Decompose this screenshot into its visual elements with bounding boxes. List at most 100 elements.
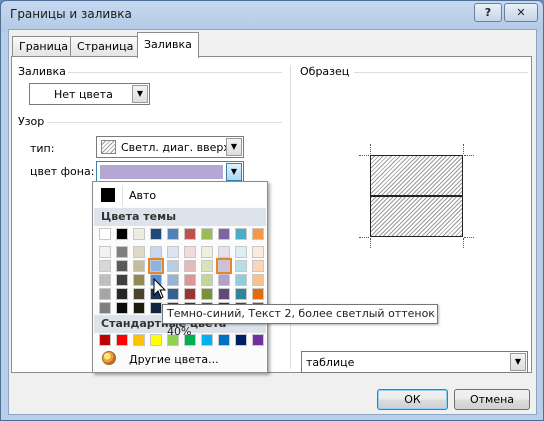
chevron-down-icon[interactable]: ▼	[510, 353, 526, 371]
theme-color-swatch[interactable]	[167, 228, 179, 240]
bg-color-swatch	[100, 165, 223, 179]
theme-shade-swatch[interactable]	[133, 302, 145, 314]
auto-color-swatch	[101, 188, 115, 202]
theme-shade-swatch[interactable]	[201, 246, 213, 258]
color-palette-dropdown[interactable]: Авто Цвета темы Стандартные цвета Другие…	[92, 181, 268, 373]
preview-group-label: Образец	[300, 65, 350, 78]
pattern-group-label: Узор	[18, 115, 45, 128]
window-title: Границы и заливка	[10, 7, 132, 21]
theme-shade-swatch[interactable]	[252, 274, 264, 286]
fill-color-combo[interactable]: Нет цвета ▼	[29, 83, 150, 105]
theme-shade-swatch[interactable]	[201, 274, 213, 286]
preview-guide	[359, 237, 369, 238]
theme-shade-swatch[interactable]	[218, 288, 230, 300]
theme-shade-swatch[interactable]	[133, 274, 145, 286]
theme-color-swatch[interactable]	[150, 228, 162, 240]
theme-shade-swatch[interactable]	[99, 274, 111, 286]
chevron-down-icon[interactable]: ▼	[132, 85, 148, 103]
theme-shade-swatch[interactable]	[235, 246, 247, 258]
ok-button[interactable]: ОК	[377, 389, 448, 410]
fill-color-value: Нет цвета	[54, 88, 113, 101]
apply-to-value: таблице	[306, 356, 355, 369]
theme-shade-swatch[interactable]	[116, 302, 128, 314]
theme-shade-swatch[interactable]	[184, 260, 196, 272]
theme-shade-swatch[interactable]	[252, 260, 264, 272]
theme-shade-swatch[interactable]	[218, 246, 230, 258]
pattern-bg-label: цвет фона:	[30, 165, 95, 178]
tab-border[interactable]: Граница	[12, 36, 76, 57]
theme-shade-swatch[interactable]	[116, 288, 128, 300]
theme-shade-swatch[interactable]	[216, 258, 232, 274]
theme-shade-swatch[interactable]	[133, 246, 145, 258]
theme-shade-swatch[interactable]	[150, 246, 162, 258]
close-button[interactable]: ✕	[504, 3, 538, 22]
theme-color-swatch[interactable]	[201, 228, 213, 240]
theme-shade-swatch[interactable]	[184, 274, 196, 286]
color-tooltip: Темно-синий, Текст 2, более светлый отте…	[162, 304, 438, 338]
theme-shade-swatch[interactable]	[235, 260, 247, 272]
standard-color-swatch[interactable]	[235, 334, 247, 346]
theme-shade-swatch[interactable]	[252, 288, 264, 300]
theme-color-swatch[interactable]	[235, 228, 247, 240]
dialog-window: Границы и заливка ? ✕ Граница Страница З…	[0, 0, 544, 421]
standard-color-swatch[interactable]	[133, 334, 145, 346]
theme-shade-swatch[interactable]	[116, 246, 128, 258]
mouse-cursor-icon	[153, 278, 167, 299]
theme-shade-swatch[interactable]	[99, 302, 111, 314]
more-colors-label: Другие цвета...	[129, 353, 219, 366]
tab-page[interactable]: Страница	[70, 36, 141, 57]
theme-shade-swatch[interactable]	[133, 260, 145, 272]
theme-shade-swatch[interactable]	[218, 274, 230, 286]
theme-color-swatch[interactable]	[184, 228, 196, 240]
theme-shade-swatch[interactable]	[235, 288, 247, 300]
preview-group-divider	[354, 72, 528, 73]
theme-shade-swatch[interactable]	[99, 260, 111, 272]
standard-color-swatch[interactable]	[99, 334, 111, 346]
theme-color-swatch[interactable]	[252, 228, 264, 240]
standard-color-swatch[interactable]	[201, 334, 213, 346]
theme-color-swatch[interactable]	[133, 228, 145, 240]
cancel-button[interactable]: Отмена	[454, 389, 530, 410]
apply-to-combo[interactable]: таблице ▼	[301, 351, 528, 373]
theme-shade-swatch[interactable]	[133, 288, 145, 300]
theme-colors-header: Цвета темы	[94, 208, 266, 226]
pattern-bg-combo[interactable]: ▼	[96, 161, 244, 183]
theme-shade-swatch[interactable]	[167, 246, 179, 258]
auto-color-item[interactable]: Авто	[94, 183, 266, 207]
help-button[interactable]: ?	[474, 3, 502, 22]
theme-shade-swatch[interactable]	[116, 274, 128, 286]
standard-color-swatch[interactable]	[252, 334, 264, 346]
theme-shade-swatch[interactable]	[201, 260, 213, 272]
theme-shade-swatch[interactable]	[184, 246, 196, 258]
theme-shade-swatch[interactable]	[116, 260, 128, 272]
theme-shade-swatch[interactable]	[201, 288, 213, 300]
preview-guide	[463, 144, 464, 154]
chevron-down-icon[interactable]: ▼	[226, 163, 242, 181]
theme-color-swatch[interactable]	[116, 228, 128, 240]
theme-shade-swatch[interactable]	[167, 274, 179, 286]
theme-color-swatch[interactable]	[99, 228, 111, 240]
preview-guide	[463, 238, 464, 248]
chevron-down-icon[interactable]: ▼	[226, 138, 242, 156]
theme-shade-swatch[interactable]	[252, 246, 264, 258]
palette-icon	[102, 351, 116, 365]
standard-color-swatch[interactable]	[150, 334, 162, 346]
theme-shade-swatch[interactable]	[235, 274, 247, 286]
preview-guide	[464, 155, 474, 156]
theme-shade-swatch[interactable]	[99, 288, 111, 300]
more-colors-item[interactable]: Другие цвета...	[94, 348, 266, 370]
standard-color-swatch[interactable]	[116, 334, 128, 346]
theme-shade-swatch[interactable]	[184, 288, 196, 300]
theme-color-swatch[interactable]	[218, 228, 230, 240]
theme-shade-swatch[interactable]	[167, 260, 179, 272]
theme-shade-swatch[interactable]	[167, 288, 179, 300]
theme-shade-swatch[interactable]	[148, 258, 164, 274]
preview-table-divider	[371, 195, 462, 197]
theme-shade-swatch[interactable]	[99, 246, 111, 258]
standard-color-swatch[interactable]	[218, 334, 230, 346]
pattern-group-divider	[47, 122, 282, 123]
title-bar: Границы и заливка ? ✕	[1, 1, 543, 28]
theme-shade-swatch[interactable]	[150, 302, 162, 314]
pattern-type-combo[interactable]: Светл. диаг. вверх ▼	[96, 136, 244, 158]
tab-fill[interactable]: Заливка	[137, 32, 199, 58]
